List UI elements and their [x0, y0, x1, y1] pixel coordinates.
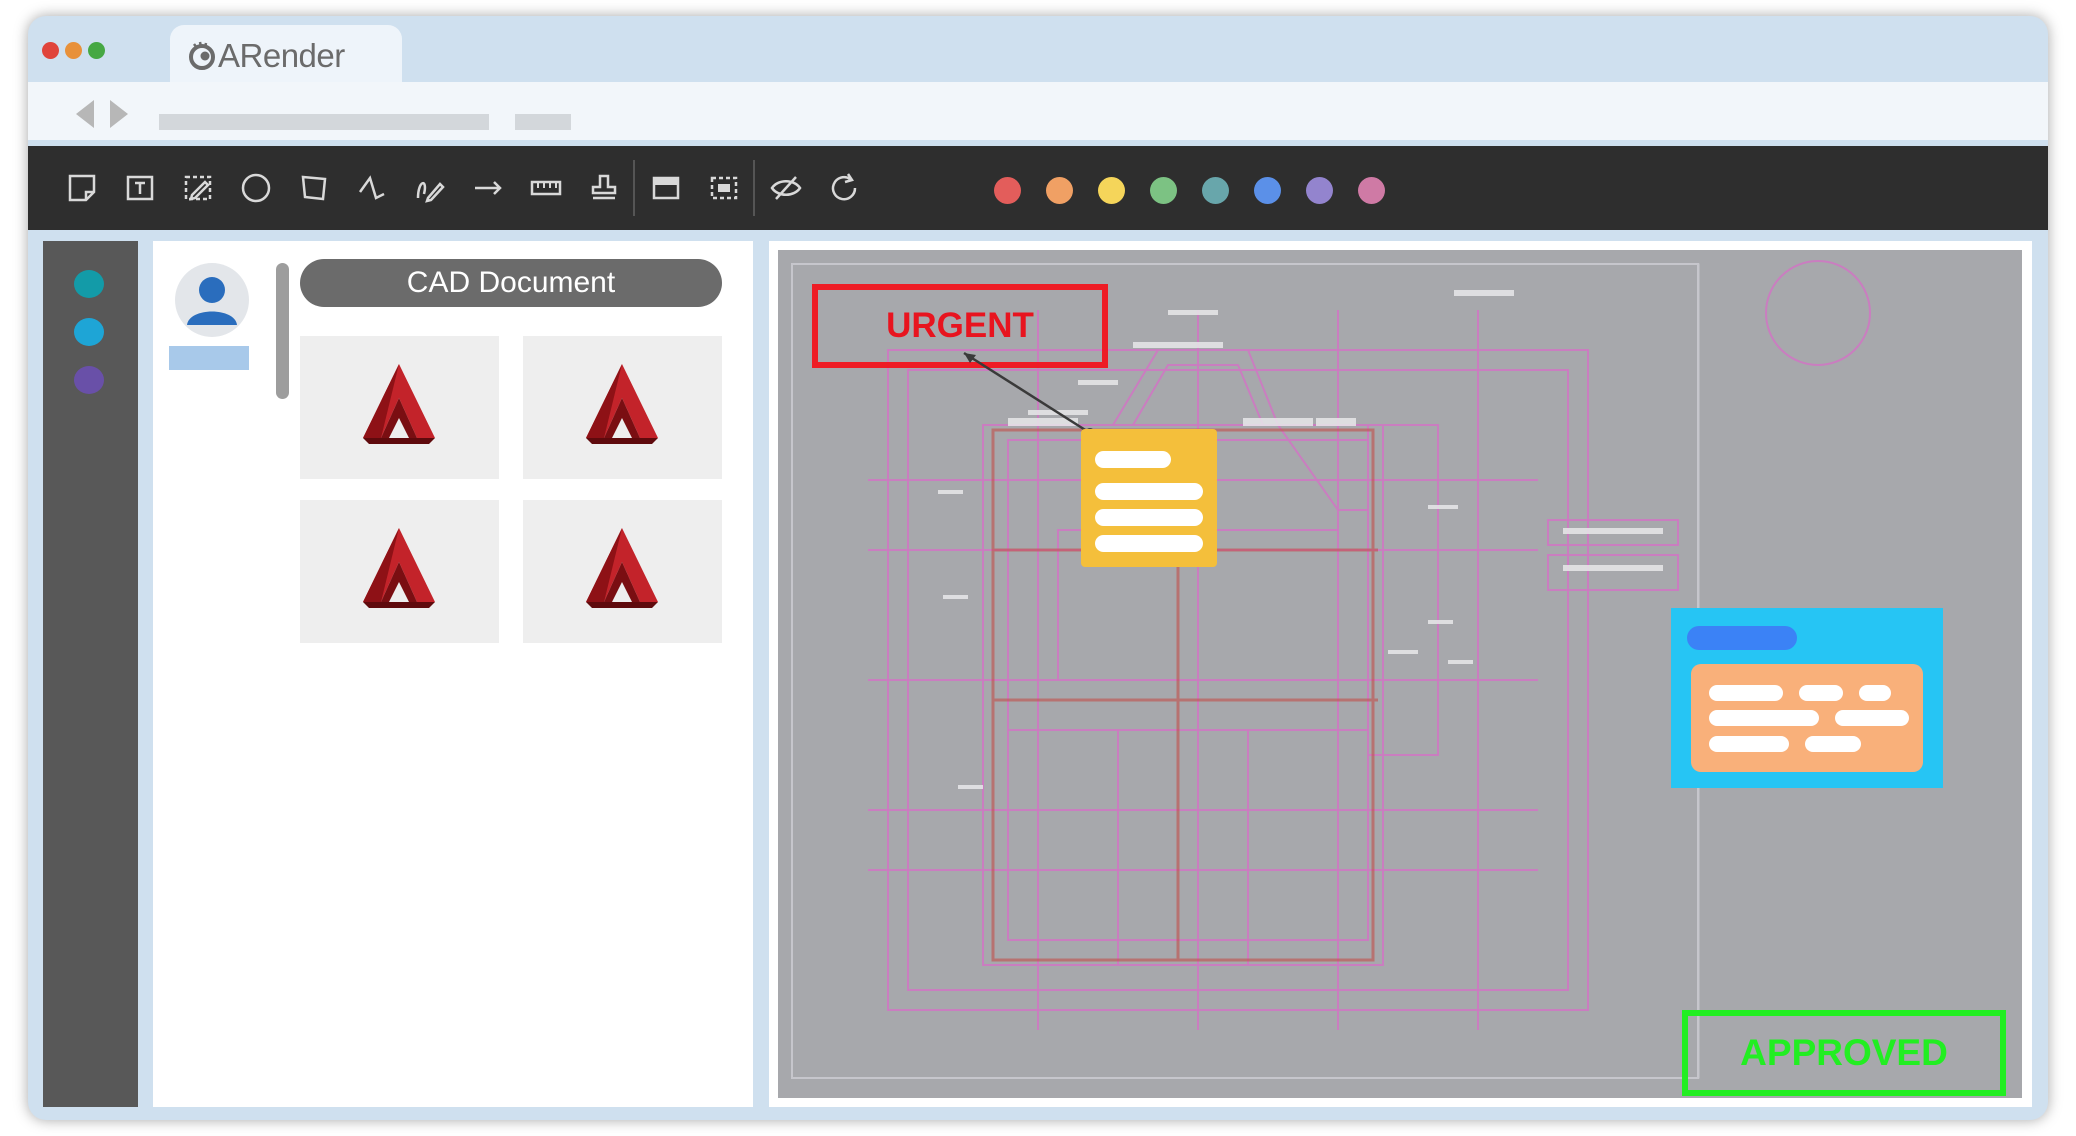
color-swatch-red[interactable]	[994, 177, 1021, 204]
address-bar-button[interactable]	[515, 114, 571, 130]
back-arrow-icon[interactable]	[76, 100, 94, 128]
redact-icon[interactable]	[646, 168, 686, 208]
comment-header	[1687, 626, 1797, 650]
toolbar-separator	[633, 160, 635, 216]
comment-body	[1691, 664, 1923, 772]
color-swatch-orange[interactable]	[1046, 177, 1073, 204]
cad-thumbnail-4[interactable]	[523, 500, 722, 643]
comment-line	[1709, 685, 1783, 701]
navigation-bar	[28, 82, 2048, 140]
maximize-window-button[interactable]	[88, 42, 105, 59]
stamp-icon[interactable]	[584, 168, 624, 208]
toolbar-separator	[753, 160, 755, 216]
document-panel: CAD Document	[153, 241, 753, 1107]
sticky-note-icon[interactable]	[62, 168, 102, 208]
scrollbar[interactable]	[276, 263, 289, 399]
polyline-icon[interactable]	[352, 168, 392, 208]
sidebar-item-1[interactable]	[74, 270, 104, 298]
autocad-icon	[586, 364, 658, 444]
comment-annotation[interactable]	[1671, 608, 1943, 788]
color-swatch-green[interactable]	[1150, 177, 1177, 204]
edit-icon[interactable]	[178, 168, 218, 208]
color-swatch-pink[interactable]	[1358, 177, 1385, 204]
note-line	[1095, 451, 1171, 468]
text-box-icon[interactable]	[120, 168, 160, 208]
arender-logo-icon	[189, 41, 215, 70]
cad-drawing[interactable]: URGENT APPROVED	[778, 250, 2022, 1098]
annotation-toolbar	[28, 146, 2048, 230]
comment-line	[1859, 685, 1891, 701]
autocad-icon	[363, 528, 435, 608]
document-viewer: URGENT APPROVED	[769, 241, 2032, 1107]
freehand-icon[interactable]	[410, 168, 450, 208]
sidebar-item-3[interactable]	[74, 366, 104, 394]
browser-tab[interactable]: ARender	[170, 25, 402, 85]
cad-thumbnail-2[interactable]	[523, 336, 722, 479]
note-line	[1095, 509, 1203, 526]
note-line	[1095, 535, 1203, 552]
left-sidebar	[43, 241, 138, 1107]
sticky-note-annotation[interactable]	[1081, 429, 1217, 567]
autocad-icon	[363, 364, 435, 444]
circle-icon[interactable]	[236, 168, 276, 208]
note-line	[1095, 483, 1203, 500]
sidebar-item-2[interactable]	[74, 318, 104, 346]
cad-thumbnail-3[interactable]	[300, 500, 499, 643]
color-swatch-blue[interactable]	[1254, 177, 1281, 204]
user-name-placeholder	[169, 346, 249, 370]
arrow-icon[interactable]	[468, 168, 508, 208]
user-icon	[187, 277, 237, 325]
minimize-window-button[interactable]	[65, 42, 82, 59]
comment-line	[1835, 710, 1909, 726]
comment-line	[1709, 710, 1819, 726]
color-swatch-purple[interactable]	[1306, 177, 1333, 204]
color-swatch-yellow[interactable]	[1098, 177, 1125, 204]
polygon-icon[interactable]	[294, 168, 334, 208]
comment-line	[1799, 685, 1843, 701]
tab-title: ARender	[218, 37, 345, 74]
ruler-icon[interactable]	[526, 168, 566, 208]
address-bar[interactable]	[159, 114, 489, 130]
approved-stamp[interactable]: APPROVED	[1682, 1010, 2006, 1096]
color-swatch-teal[interactable]	[1202, 177, 1229, 204]
avatar[interactable]	[175, 263, 249, 337]
comment-line	[1805, 736, 1861, 752]
forward-arrow-icon[interactable]	[110, 100, 128, 128]
comment-line	[1709, 736, 1789, 752]
rotate-icon[interactable]	[824, 168, 864, 208]
document-label: CAD Document	[300, 259, 722, 307]
autocad-icon	[586, 528, 658, 608]
cad-thumbnail-1[interactable]	[300, 336, 499, 479]
close-window-button[interactable]	[42, 42, 59, 59]
hide-annotations-icon[interactable]	[766, 168, 806, 208]
app-window: ARender CAD Document URGENT APPROVED	[28, 16, 2048, 1120]
area-select-icon[interactable]	[704, 168, 744, 208]
annotation-arrow	[963, 351, 1095, 438]
